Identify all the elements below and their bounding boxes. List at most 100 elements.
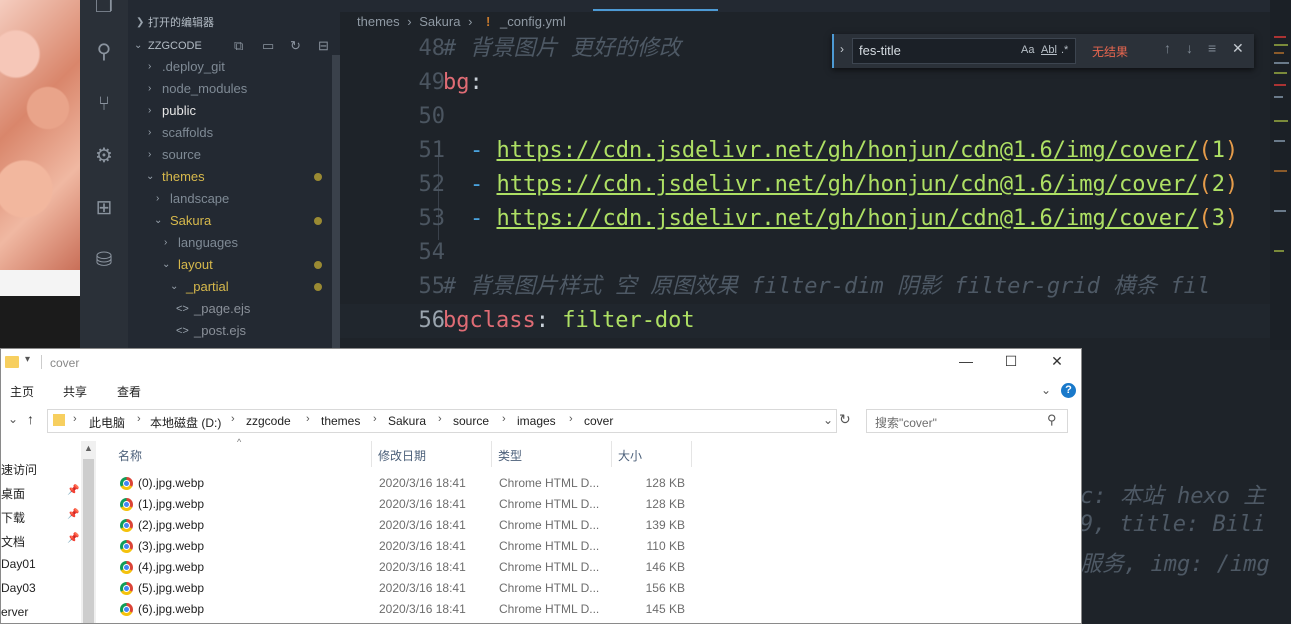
nav-item-server[interactable]: erver [1,605,28,619]
database-icon[interactable]: ⛁ [92,248,116,272]
address-dropdown-icon[interactable]: ⌄ [823,413,833,427]
open-editors-section[interactable]: ❯ 打开的编辑器 [128,12,340,34]
pin-icon: 📌 [67,485,80,496]
tree-item-sakura[interactable]: ⌄ Sakura [128,210,340,232]
file-row[interactable]: (1).jpg.webp 2020/3/16 18:41 Chrome HTML D… [116,494,696,515]
expand-ribbon-icon[interactable]: ⌄ [1041,383,1051,397]
toggle-replace-icon[interactable]: › [840,42,844,56]
column-header-name[interactable]: 名称 [118,447,142,464]
new-folder-icon[interactable]: ▭ [262,35,274,57]
find-result-text: 无结果 [1092,45,1129,59]
nav-item-quick-access[interactable]: 速访问 [1,461,37,478]
breadcrumb-item[interactable]: themes [357,14,400,29]
minimize-button[interactable]: — [956,353,976,369]
ribbon-tab-home[interactable]: 主页 [10,383,34,400]
tree-item-page-ejs[interactable]: <> _page.ejs [128,298,340,320]
path-segment[interactable]: Sakura [388,414,426,428]
modified-dot [314,217,322,225]
new-file-icon[interactable]: ⧉ [234,35,243,57]
file-row[interactable]: (6).jpg.webp 2020/3/16 18:41 Chrome HTML D… [116,599,696,620]
match-whole-word-icon[interactable]: Abl [1041,44,1057,56]
nav-item-documents[interactable]: 文档 [1,533,25,550]
folder-icon [53,414,65,426]
find-input[interactable]: fes-title Aa Abl .* [852,38,1076,64]
explorer-icon[interactable]: ❐ [92,0,116,18]
extensions-icon[interactable]: ⊞ [92,196,116,220]
file-row[interactable]: (3).jpg.webp 2020/3/16 18:41 Chrome HTML D… [116,536,696,557]
maximize-button[interactable]: ☐ [1001,353,1021,370]
tree-item-scaffolds[interactable]: › scaffolds [128,122,340,144]
tree-item-public[interactable]: › public [128,100,340,122]
path-segment[interactable]: 此电脑 [89,414,125,431]
file-row[interactable]: (0).jpg.webp 2020/3/16 18:41 Chrome HTML D… [116,473,696,494]
modified-dot [314,173,322,181]
nav-item-downloads[interactable]: 下载 [1,509,25,526]
nav-scrollbar[interactable]: ▲ [81,441,96,623]
ribbon: 主页 共享 查看 ⌄ ? [1,377,1081,403]
forward-dropdown-icon[interactable]: ⌄ [8,412,18,426]
scroll-up-icon[interactable]: ▲ [84,443,93,453]
navigation-pane: 速访问 桌面 📌 下载 📌 文档 📌 Day01 Day03 erver [1,441,81,623]
nav-item-day03[interactable]: Day03 [1,581,36,595]
find-in-selection-icon[interactable]: ≡ [1208,40,1216,56]
breadcrumb-item[interactable]: _config.yml [500,14,566,29]
file-row[interactable]: (5).jpg.webp 2020/3/16 18:41 Chrome HTML D… [116,578,696,599]
search-input[interactable]: 搜索"cover" ⚲ [866,409,1068,433]
workspace-section[interactable]: ⌄ ZZGCODE ⧉ ▭ ↻ ⊟ [128,35,340,57]
debug-icon[interactable]: ⚙ [92,144,116,168]
search-icon[interactable]: ⚲ [1047,412,1057,428]
regex-icon[interactable]: .* [1061,44,1068,56]
active-tab-indicator[interactable] [593,9,718,11]
column-header-size[interactable]: 大小 [618,447,642,464]
tree-item-source[interactable]: › source [128,144,340,166]
path-segment[interactable]: images [517,414,556,428]
ribbon-tab-share[interactable]: 共享 [63,383,87,400]
help-icon[interactable]: ? [1061,383,1076,398]
breadcrumb: themes › Sakura › ! _config.yml [357,14,566,29]
tree-item-partial[interactable]: ⌄ _partial [128,276,340,298]
file-row[interactable]: (2).jpg.webp 2020/3/16 18:41 Chrome HTML D… [116,515,696,536]
tree-item-languages[interactable]: › languages [128,232,340,254]
sidebar-scrollbar[interactable] [332,55,340,350]
minimap[interactable] [1270,0,1291,350]
up-arrow-icon[interactable]: ↑ [27,411,34,427]
nav-item-day01[interactable]: Day01 [1,557,36,571]
activity-bar: ❐ ⚲ ⑂ ⚙ ⊞ ⛁ [80,0,128,350]
address-bar[interactable]: › 此电脑 › 本地磁盘 (D:) › zzgcode › themes › S… [47,409,837,433]
title-bar[interactable]: ▾ cover — ☐ ✕ [1,349,1081,377]
tree-item-themes[interactable]: ⌄ themes [128,166,340,188]
column-header-date[interactable]: 修改日期 [378,447,426,464]
tree-item-post-ejs[interactable]: <> _post.ejs [128,320,340,342]
path-segment[interactable]: zzgcode [246,414,291,428]
path-segment[interactable]: source [453,414,489,428]
breadcrumb-item[interactable]: Sakura [419,14,460,29]
file-row[interactable]: (4).jpg.webp 2020/3/16 18:41 Chrome HTML D… [116,557,696,578]
match-case-icon[interactable]: Aa [1021,44,1034,56]
path-segment[interactable]: themes [321,414,360,428]
chrome-icon [120,603,133,616]
find-query[interactable]: fes-title [859,43,901,58]
tree-item-node-modules[interactable]: › node_modules [128,78,340,100]
tree-item-landscape[interactable]: › landscape [128,188,340,210]
search-icon[interactable]: ⚲ [92,40,116,64]
refresh-icon[interactable]: ↻ [839,411,851,428]
close-icon[interactable]: ✕ [1232,40,1244,57]
search-placeholder: 搜索"cover" [875,416,937,430]
next-match-icon[interactable]: ↓ [1186,40,1193,56]
source-control-icon[interactable]: ⑂ [92,92,116,116]
ejs-file-icon: <> [176,303,189,315]
nav-item-desktop[interactable]: 桌面 [1,485,25,502]
tree-item-layout[interactable]: ⌄ layout [128,254,340,276]
previous-match-icon[interactable]: ↑ [1164,40,1171,56]
collapse-all-icon[interactable]: ⊟ [318,35,329,57]
ribbon-tab-view[interactable]: 查看 [117,383,141,400]
path-segment[interactable]: 本地磁盘 (D:) [150,414,221,431]
path-segment[interactable]: cover [584,414,613,428]
open-editors-label: 打开的编辑器 [148,17,214,29]
tree-item-deploy-git[interactable]: › .deploy_git [128,56,340,78]
quick-access-dropdown-icon[interactable]: ▾ [25,354,30,365]
column-header-type[interactable]: 类型 [498,447,522,464]
pin-icon: 📌 [67,509,80,520]
refresh-icon[interactable]: ↻ [290,35,301,57]
close-button[interactable]: ✕ [1047,353,1067,370]
